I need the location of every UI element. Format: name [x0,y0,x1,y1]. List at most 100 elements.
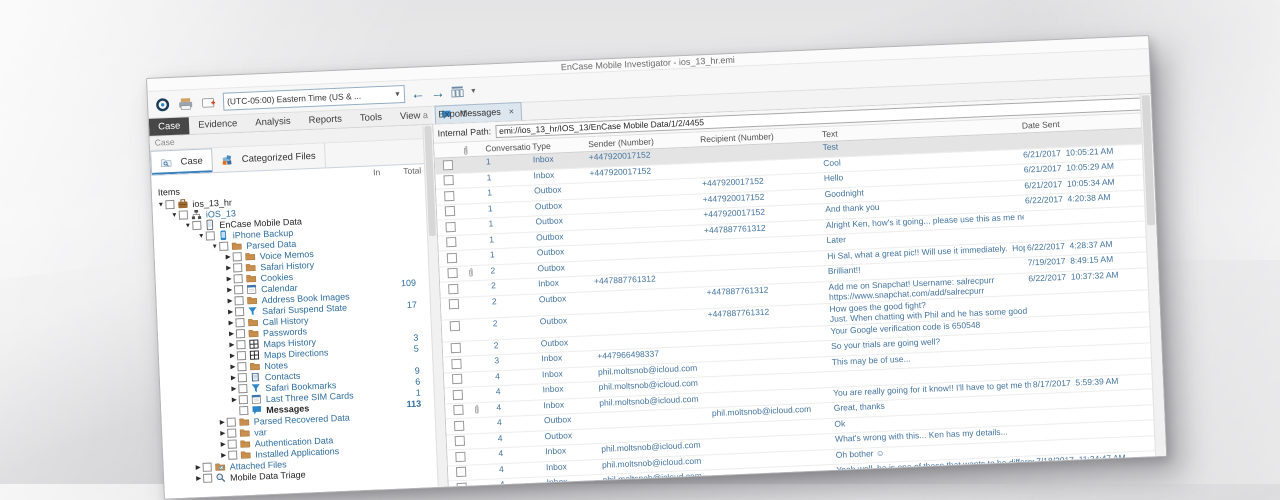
tree-checkbox[interactable] [235,307,244,316]
expander-closed-icon[interactable]: ▶ [194,473,203,484]
expander-open-icon[interactable]: ▼ [183,220,192,231]
header-type[interactable]: Type [530,139,586,151]
tree-checkbox[interactable] [203,463,212,472]
header-conversation-id[interactable]: Conversation Id/ [472,142,530,154]
expander-closed-icon[interactable]: ▶ [227,339,236,350]
row-checkbox[interactable] [450,321,460,331]
expander-closed-icon[interactable]: ▶ [224,273,233,284]
menu-tab-case[interactable]: Case [149,117,190,136]
back-arrow-icon[interactable]: ← [411,86,426,101]
print-icon[interactable] [177,94,195,112]
menu-tab-export[interactable]: Export [429,105,475,124]
tree-checkbox[interactable] [227,428,236,437]
tree-checkbox[interactable] [234,296,243,305]
expander-closed-icon[interactable]: ▶ [226,306,235,317]
row-checkbox[interactable] [455,436,465,446]
tree-checkbox[interactable] [236,329,245,338]
header-sender-number[interactable]: Sender (Number) [586,134,698,149]
row-checkbox[interactable] [445,206,455,216]
tree-checkbox[interactable] [179,210,188,219]
expander-closed-icon[interactable]: ▶ [218,428,227,439]
expander-closed-icon[interactable]: ▶ [224,262,233,273]
add-evidence-icon[interactable] [200,93,218,111]
row-checkbox[interactable] [443,175,453,185]
expander-closed-icon[interactable]: ▶ [218,417,227,428]
tree-checkbox[interactable] [228,450,237,459]
row-checkbox[interactable] [443,159,453,169]
app-logo-icon[interactable] [154,95,172,113]
tree-checkbox[interactable] [227,417,236,426]
tree-item-label: iOS_13 [206,208,236,219]
column-layout-icon[interactable] [451,85,465,98]
row-checkbox[interactable] [447,268,457,278]
row-checkbox[interactable] [453,389,463,399]
timezone-select[interactable]: (UTC-05:00) Eastern Time (US & ... ▼ [223,85,406,111]
expander-closed-icon[interactable]: ▶ [219,439,228,450]
close-icon[interactable]: × [509,107,515,116]
expander-closed-icon[interactable]: ▶ [225,295,234,306]
total-column-header[interactable]: Total [403,165,421,176]
tree-item-label: Mobile Data Triage [230,469,306,482]
menu-tab-evidence[interactable]: Evidence [189,115,247,134]
tree-checkbox[interactable] [238,373,247,382]
expander-open-icon[interactable]: ▼ [197,231,206,242]
row-checkbox[interactable] [446,237,456,247]
tree-checkbox[interactable] [228,439,237,448]
row-checkbox[interactable] [447,252,457,262]
row-checkbox[interactable] [448,283,458,293]
grid-scrollbar-thumb[interactable] [1142,95,1156,225]
row-checkbox[interactable] [455,451,465,461]
expander-closed-icon[interactable]: ▶ [227,328,236,339]
autohide-pin-icon[interactable]: a [423,110,428,120]
row-checkbox[interactable] [444,190,454,200]
tree-checkbox[interactable] [234,285,243,294]
tree-checkbox[interactable] [206,231,215,240]
row-checkbox[interactable] [456,467,466,477]
tree-checkbox[interactable] [239,406,248,415]
expander-open-icon[interactable]: ▼ [156,199,165,210]
tree-checkbox[interactable] [238,384,247,393]
in-column-header[interactable]: In [373,167,381,177]
tree-checkbox[interactable] [237,351,246,360]
panel-tab-categorized-files[interactable]: Categorized Files [212,143,326,172]
tree-checkbox[interactable] [235,318,244,327]
forward-arrow-icon[interactable]: → [431,85,446,100]
expander-closed-icon[interactable]: ▶ [224,251,233,262]
row-checkbox[interactable] [451,343,461,353]
expander-closed-icon[interactable]: ▶ [230,394,239,405]
expander-closed-icon[interactable]: ▶ [229,372,238,383]
row-checkbox[interactable] [454,420,464,430]
tree-checkbox[interactable] [236,340,245,349]
expander-closed-icon[interactable]: ▶ [229,383,238,394]
tree-checkbox[interactable] [203,474,212,483]
tree-checkbox[interactable] [237,362,246,371]
tree-checkbox[interactable] [192,221,201,230]
expander-closed-icon[interactable]: ▶ [225,284,234,295]
menu-tab-analysis[interactable]: Analysis [246,112,300,131]
expander-open-icon[interactable]: ▼ [210,241,219,252]
expander-closed-icon[interactable]: ▶ [219,450,228,461]
tree-checkbox[interactable] [233,274,242,283]
row-checkbox[interactable] [452,374,462,384]
row-checkbox[interactable] [453,405,463,415]
row-checkbox[interactable] [451,358,461,368]
expander-closed-icon[interactable]: ▶ [193,462,202,473]
tree-checkbox[interactable] [233,252,242,261]
tree-checkbox[interactable] [165,200,174,209]
row-checkbox[interactable] [445,221,455,231]
expander-open-icon[interactable]: ▼ [170,210,179,221]
menu-tab-tools[interactable]: Tools [350,109,391,128]
row-checkbox[interactable] [457,482,467,486]
expander-closed-icon[interactable]: ▶ [226,317,235,328]
expander-closed-icon[interactable]: ▶ [228,361,237,372]
menu-tab-reports[interactable]: Reports [299,110,351,129]
attachment-column-header[interactable] [456,144,472,156]
tree-checkbox[interactable] [219,242,228,251]
tree-checkbox[interactable] [233,263,242,272]
row-checkbox[interactable] [449,299,459,309]
panel-tab-case[interactable]: Case [150,148,213,175]
expander-closed-icon[interactable]: ▶ [228,350,237,361]
tree-checkbox[interactable] [239,395,248,404]
row-checkbox-cell [443,357,466,372]
toolbar-overflow-caret-icon[interactable]: ▼ [470,87,477,94]
